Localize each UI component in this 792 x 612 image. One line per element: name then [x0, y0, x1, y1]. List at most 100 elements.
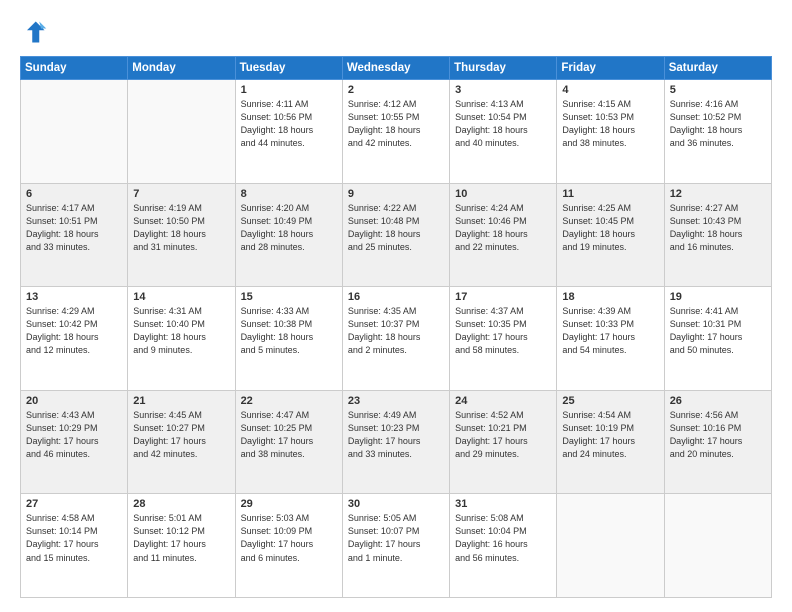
- day-number: 20: [26, 395, 122, 407]
- day-number: 22: [241, 395, 337, 407]
- day-info: Sunrise: 4:31 AM Sunset: 10:40 PM Daylig…: [133, 305, 229, 357]
- calendar-cell: 9 Sunrise: 4:22 AM Sunset: 10:48 PM Dayli…: [342, 183, 449, 287]
- day-info: Sunrise: 4:15 AM Sunset: 10:53 PM Daylig…: [562, 98, 658, 150]
- day-info: Sunrise: 5:01 AM Sunset: 10:12 PM Daylig…: [133, 512, 229, 564]
- calendar-cell: 25 Sunrise: 4:54 AM Sunset: 10:19 PM Dayl…: [557, 390, 664, 494]
- day-info: Sunrise: 4:49 AM Sunset: 10:23 PM Daylig…: [348, 409, 444, 461]
- calendar-cell: 27 Sunrise: 4:58 AM Sunset: 10:14 PM Dayl…: [21, 494, 128, 598]
- calendar-cell: 7 Sunrise: 4:19 AM Sunset: 10:50 PM Dayli…: [128, 183, 235, 287]
- day-info: Sunrise: 4:37 AM Sunset: 10:35 PM Daylig…: [455, 305, 551, 357]
- day-number: 14: [133, 291, 229, 303]
- day-info: Sunrise: 4:24 AM Sunset: 10:46 PM Daylig…: [455, 202, 551, 254]
- weekday-header-row: SundayMondayTuesdayWednesdayThursdayFrid…: [21, 57, 772, 80]
- calendar-cell: [664, 494, 771, 598]
- weekday-saturday: Saturday: [664, 57, 771, 80]
- day-info: Sunrise: 4:58 AM Sunset: 10:14 PM Daylig…: [26, 512, 122, 564]
- calendar-cell: 29 Sunrise: 5:03 AM Sunset: 10:09 PM Dayl…: [235, 494, 342, 598]
- day-number: 9: [348, 188, 444, 200]
- day-number: 7: [133, 188, 229, 200]
- day-number: 26: [670, 395, 766, 407]
- calendar-cell: [128, 80, 235, 184]
- calendar-cell: 16Sunrise: 4:35 AM Sunset: 10:37 PM Dayl…: [342, 287, 449, 391]
- calendar-cell: [21, 80, 128, 184]
- day-number: 1: [241, 84, 337, 96]
- day-number: 21: [133, 395, 229, 407]
- day-info: Sunrise: 4:43 AM Sunset: 10:29 PM Daylig…: [26, 409, 122, 461]
- calendar-cell: 21 Sunrise: 4:45 AM Sunset: 10:27 PM Dayl…: [128, 390, 235, 494]
- weekday-sunday: Sunday: [21, 57, 128, 80]
- day-number: 10: [455, 188, 551, 200]
- day-info: Sunrise: 4:19 AM Sunset: 10:50 PM Daylig…: [133, 202, 229, 254]
- weekday-friday: Friday: [557, 57, 664, 80]
- day-info: Sunrise: 5:05 AM Sunset: 10:07 PM Daylig…: [348, 512, 444, 564]
- day-info: Sunrise: 4:56 AM Sunset: 10:16 PM Daylig…: [670, 409, 766, 461]
- day-number: 17: [455, 291, 551, 303]
- day-number: 31: [455, 498, 551, 510]
- weekday-tuesday: Tuesday: [235, 57, 342, 80]
- calendar-cell: 11Sunrise: 4:25 AM Sunset: 10:45 PM Dayl…: [557, 183, 664, 287]
- page: SundayMondayTuesdayWednesdayThursdayFrid…: [0, 0, 792, 612]
- calendar-cell: 18 Sunrise: 4:39 AM Sunset: 10:33 PM Dayl…: [557, 287, 664, 391]
- calendar-cell: 4 Sunrise: 4:15 AM Sunset: 10:53 PM Dayli…: [557, 80, 664, 184]
- day-number: 23: [348, 395, 444, 407]
- calendar-cell: 1 Sunrise: 4:11 AM Sunset: 10:56 PM Dayli…: [235, 80, 342, 184]
- calendar-cell: 17 Sunrise: 4:37 AM Sunset: 10:35 PM Dayl…: [450, 287, 557, 391]
- calendar-cell: 26 Sunrise: 4:56 AM Sunset: 10:16 PM Dayl…: [664, 390, 771, 494]
- calendar-cell: 28 Sunrise: 5:01 AM Sunset: 10:12 PM Dayl…: [128, 494, 235, 598]
- day-info: Sunrise: 4:35 AM Sunset: 10:37 PM Daylig…: [348, 305, 444, 357]
- week-row-2: 6Sunrise: 4:17 AM Sunset: 10:51 PM Dayli…: [21, 183, 772, 287]
- day-number: 29: [241, 498, 337, 510]
- calendar-cell: 24 Sunrise: 4:52 AM Sunset: 10:21 PM Dayl…: [450, 390, 557, 494]
- day-info: Sunrise: 4:22 AM Sunset: 10:48 PM Daylig…: [348, 202, 444, 254]
- logo-icon: [20, 18, 48, 46]
- day-number: 27: [26, 498, 122, 510]
- day-info: Sunrise: 4:54 AM Sunset: 10:19 PM Daylig…: [562, 409, 658, 461]
- day-info: Sunrise: 4:33 AM Sunset: 10:38 PM Daylig…: [241, 305, 337, 357]
- calendar-cell: 15 Sunrise: 4:33 AM Sunset: 10:38 PM Dayl…: [235, 287, 342, 391]
- calendar-cell: [557, 494, 664, 598]
- day-info: Sunrise: 4:41 AM Sunset: 10:31 PM Daylig…: [670, 305, 766, 357]
- day-number: 15: [241, 291, 337, 303]
- day-info: Sunrise: 4:17 AM Sunset: 10:51 PM Daylig…: [26, 202, 122, 254]
- weekday-thursday: Thursday: [450, 57, 557, 80]
- calendar-table: SundayMondayTuesdayWednesdayThursdayFrid…: [20, 56, 772, 598]
- weekday-wednesday: Wednesday: [342, 57, 449, 80]
- calendar-cell: 30Sunrise: 5:05 AM Sunset: 10:07 PM Dayl…: [342, 494, 449, 598]
- day-info: Sunrise: 5:03 AM Sunset: 10:09 PM Daylig…: [241, 512, 337, 564]
- day-info: Sunrise: 4:27 AM Sunset: 10:43 PM Daylig…: [670, 202, 766, 254]
- day-info: Sunrise: 4:16 AM Sunset: 10:52 PM Daylig…: [670, 98, 766, 150]
- calendar-cell: 2Sunrise: 4:12 AM Sunset: 10:55 PM Dayli…: [342, 80, 449, 184]
- calendar-cell: 20 Sunrise: 4:43 AM Sunset: 10:29 PM Dayl…: [21, 390, 128, 494]
- calendar-cell: 12 Sunrise: 4:27 AM Sunset: 10:43 PM Dayl…: [664, 183, 771, 287]
- day-number: 3: [455, 84, 551, 96]
- day-info: Sunrise: 4:47 AM Sunset: 10:25 PM Daylig…: [241, 409, 337, 461]
- day-number: 8: [241, 188, 337, 200]
- day-number: 5: [670, 84, 766, 96]
- day-number: 25: [562, 395, 658, 407]
- day-info: Sunrise: 5:08 AM Sunset: 10:04 PM Daylig…: [455, 512, 551, 564]
- calendar-cell: 13Sunrise: 4:29 AM Sunset: 10:42 PM Dayl…: [21, 287, 128, 391]
- week-row-1: 1 Sunrise: 4:11 AM Sunset: 10:56 PM Dayli…: [21, 80, 772, 184]
- calendar-cell: 19 Sunrise: 4:41 AM Sunset: 10:31 PM Dayl…: [664, 287, 771, 391]
- calendar-cell: 8Sunrise: 4:20 AM Sunset: 10:49 PM Dayli…: [235, 183, 342, 287]
- day-info: Sunrise: 4:11 AM Sunset: 10:56 PM Daylig…: [241, 98, 337, 150]
- day-info: Sunrise: 4:52 AM Sunset: 10:21 PM Daylig…: [455, 409, 551, 461]
- calendar-cell: 10 Sunrise: 4:24 AM Sunset: 10:46 PM Dayl…: [450, 183, 557, 287]
- day-info: Sunrise: 4:45 AM Sunset: 10:27 PM Daylig…: [133, 409, 229, 461]
- day-info: Sunrise: 4:13 AM Sunset: 10:54 PM Daylig…: [455, 98, 551, 150]
- day-number: 4: [562, 84, 658, 96]
- day-info: Sunrise: 4:25 AM Sunset: 10:45 PM Daylig…: [562, 202, 658, 254]
- day-info: Sunrise: 4:39 AM Sunset: 10:33 PM Daylig…: [562, 305, 658, 357]
- calendar-cell: 14 Sunrise: 4:31 AM Sunset: 10:40 PM Dayl…: [128, 287, 235, 391]
- week-row-3: 13Sunrise: 4:29 AM Sunset: 10:42 PM Dayl…: [21, 287, 772, 391]
- day-info: Sunrise: 4:29 AM Sunset: 10:42 PM Daylig…: [26, 305, 122, 357]
- calendar-cell: 5 Sunrise: 4:16 AM Sunset: 10:52 PM Dayli…: [664, 80, 771, 184]
- logo: [20, 18, 52, 46]
- calendar-cell: 31 Sunrise: 5:08 AM Sunset: 10:04 PM Dayl…: [450, 494, 557, 598]
- day-number: 24: [455, 395, 551, 407]
- day-number: 18: [562, 291, 658, 303]
- calendar-cell: 3 Sunrise: 4:13 AM Sunset: 10:54 PM Dayli…: [450, 80, 557, 184]
- day-number: 12: [670, 188, 766, 200]
- day-number: 28: [133, 498, 229, 510]
- day-number: 19: [670, 291, 766, 303]
